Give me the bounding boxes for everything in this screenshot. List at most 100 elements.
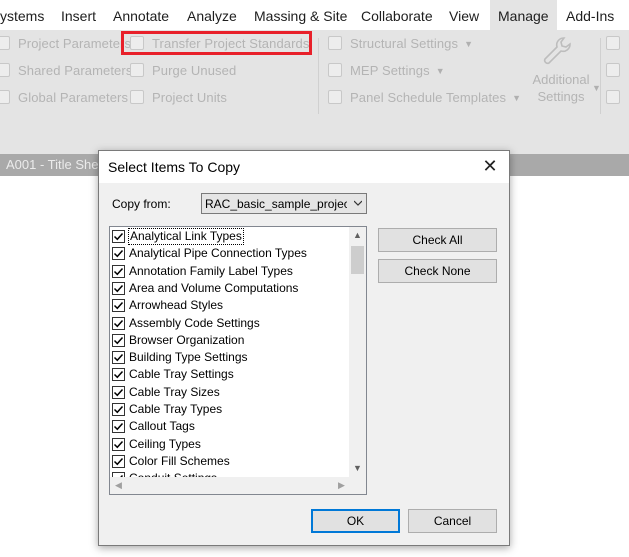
- check-all-button[interactable]: Check All: [378, 228, 497, 252]
- checkmark-icon: [113, 457, 124, 466]
- misc-icon[interactable]: [606, 88, 628, 108]
- scroll-right-icon[interactable]: ▶: [333, 477, 350, 494]
- vertical-scrollbar[interactable]: ▲ ▼: [349, 227, 366, 477]
- checkmark-icon: [113, 232, 124, 241]
- list-item-label: Analytical Pipe Connection Types: [129, 246, 307, 261]
- wrench-icon[interactable]: [540, 34, 574, 68]
- checkbox[interactable]: [112, 281, 125, 295]
- shared-parameters-button[interactable]: Shared Parameters: [0, 61, 132, 81]
- close-icon[interactable]: ✕: [479, 155, 501, 177]
- graph-icon[interactable]: [606, 61, 628, 81]
- list-item[interactable]: Cable Tray Types: [110, 401, 350, 418]
- items-list[interactable]: Analytical Link Types Analytical Pipe Con…: [109, 226, 367, 495]
- structural-settings-icon: [328, 35, 342, 50]
- checkmark-icon: [113, 371, 124, 379]
- checkmark-icon: [113, 440, 124, 448]
- list-item[interactable]: Building Type Settings: [110, 349, 350, 366]
- mep-settings-icon: [328, 62, 342, 77]
- globe-icon[interactable]: [606, 34, 628, 54]
- checkmark-icon: [113, 319, 124, 327]
- panel-schedule-templates-button[interactable]: Panel Schedule Templates ▼: [328, 88, 521, 108]
- list-item[interactable]: Analytical Link Types: [110, 228, 350, 245]
- checkbox[interactable]: [112, 437, 125, 451]
- cancel-button[interactable]: Cancel: [408, 509, 497, 533]
- dropdown-arrow-icon: ▼: [435, 66, 445, 76]
- check-none-button[interactable]: Check None: [378, 259, 497, 283]
- checkbox[interactable]: [112, 385, 125, 399]
- document-tab-title[interactable]: A001 - Title Shee: [6, 157, 106, 172]
- purge-unused-button[interactable]: Purge Unused: [130, 61, 236, 81]
- tab-collaborate[interactable]: Collaborate: [361, 0, 433, 30]
- checkmark-icon: [113, 354, 124, 362]
- checkbox[interactable]: [112, 351, 125, 365]
- dropdown-arrow-icon: ▼: [464, 39, 474, 49]
- project-parameters-button[interactable]: Project Parameters: [0, 34, 131, 54]
- select-items-dialog: Select Items To Copy ✕ Copy from: RAC_ba…: [98, 150, 510, 546]
- tab-view[interactable]: View: [449, 0, 479, 30]
- scroll-thumb[interactable]: [351, 246, 364, 274]
- copy-from-select[interactable]: RAC_basic_sample_project.r: [201, 193, 367, 214]
- tab-manage[interactable]: Manage: [490, 0, 557, 30]
- list-item-label: Analytical Link Types: [128, 228, 244, 245]
- list-item[interactable]: Browser Organization: [110, 332, 350, 349]
- list-item[interactable]: Cable Tray Sizes: [110, 384, 350, 401]
- additional-settings-button[interactable]: Additional Settings: [521, 71, 601, 105]
- graph-shape: [606, 62, 620, 77]
- global-parameters-button[interactable]: Global Parameters: [0, 88, 128, 108]
- scroll-left-icon[interactable]: ◀: [110, 477, 127, 494]
- checkmark-icon: [113, 250, 124, 258]
- checkbox[interactable]: [112, 230, 125, 243]
- list-item[interactable]: Arrowhead Styles: [110, 297, 350, 314]
- list-item[interactable]: Assembly Code Settings: [110, 315, 350, 332]
- checkbox[interactable]: [112, 299, 125, 313]
- list-item-label: Callout Tags: [129, 419, 195, 434]
- ribbon-separator: [600, 38, 601, 114]
- list-item[interactable]: Analytical Pipe Connection Types: [110, 245, 350, 262]
- revit-window: ystems Insert Annotate Analyze Massing &…: [0, 0, 629, 557]
- checkmark-icon: [113, 302, 124, 310]
- ribbon-separator: [318, 38, 319, 114]
- list-item-label: Color Fill Schemes: [129, 453, 230, 468]
- project-units-button[interactable]: Project Units: [130, 88, 227, 108]
- list-item[interactable]: Area and Volume Computations: [110, 280, 350, 297]
- scroll-down-icon[interactable]: ▼: [349, 460, 366, 477]
- list-item[interactable]: Callout Tags: [110, 418, 350, 435]
- dropdown-arrow-icon: ▼: [512, 93, 522, 103]
- checkmark-icon: [113, 284, 124, 293]
- list-item-label: Ceiling Types: [129, 436, 201, 451]
- list-item[interactable]: Cable Tray Settings: [110, 366, 350, 383]
- tab-add-ins[interactable]: Add-Ins: [566, 0, 614, 30]
- list-item-label: Cable Tray Types: [129, 402, 223, 416]
- tab-annotate[interactable]: Annotate: [113, 0, 169, 30]
- list-item-label: Cable Tray Sizes: [129, 384, 220, 399]
- highlight-box: [121, 31, 312, 55]
- scrollbar-corner: [349, 477, 366, 494]
- checkbox[interactable]: [112, 454, 125, 468]
- list-item[interactable]: Ceiling Types: [110, 436, 350, 453]
- tab-systems[interactable]: ystems: [0, 0, 44, 30]
- list-item-label: Cable Tray Settings: [129, 367, 234, 382]
- list-item[interactable]: Annotation Family Label Types: [110, 263, 350, 280]
- tab-massing-site[interactable]: Massing & Site: [254, 0, 347, 30]
- tab-analyze[interactable]: Analyze: [187, 0, 237, 30]
- list-item-label: Browser Organization: [129, 332, 245, 347]
- checkbox[interactable]: [112, 316, 125, 330]
- tab-insert[interactable]: Insert: [61, 0, 96, 30]
- checkmark-icon: [113, 405, 124, 414]
- copy-from-label: Copy from:: [112, 197, 171, 211]
- checkbox[interactable]: [112, 403, 125, 416]
- checkbox[interactable]: [112, 247, 125, 261]
- ok-button[interactable]: OK: [311, 509, 400, 533]
- scroll-up-icon[interactable]: ▲: [349, 227, 366, 244]
- shared-parameters-icon: [0, 62, 10, 77]
- list-item[interactable]: Color Fill Schemes: [110, 453, 350, 470]
- checkbox[interactable]: [112, 264, 125, 278]
- dialog-title-bar: Select Items To Copy ✕: [99, 151, 509, 183]
- structural-settings-button[interactable]: Structural Settings ▼: [328, 34, 473, 54]
- checkbox[interactable]: [112, 333, 125, 347]
- mep-settings-button[interactable]: MEP Settings ▼: [328, 61, 445, 81]
- checkbox[interactable]: [112, 368, 125, 382]
- list-item-label: Area and Volume Computations: [129, 280, 299, 295]
- horizontal-scrollbar[interactable]: ◀ ▶: [110, 477, 350, 494]
- checkbox[interactable]: [112, 420, 125, 434]
